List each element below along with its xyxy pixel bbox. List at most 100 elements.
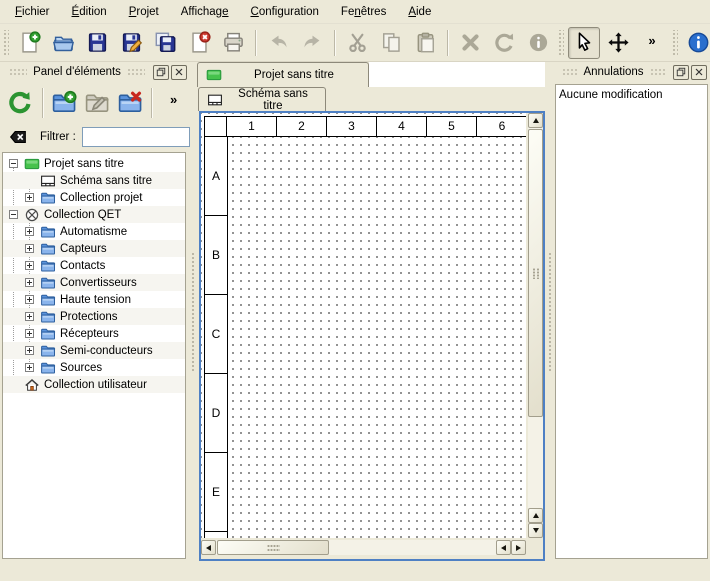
scroll-down-button[interactable] xyxy=(528,523,543,538)
scroll-right-button[interactable] xyxy=(511,540,526,555)
tree-item-label: Haute tension xyxy=(60,294,131,306)
tree-item-recepteurs[interactable]: Récepteurs xyxy=(3,325,185,342)
tab-projet-sans-titre[interactable]: Projet sans titre xyxy=(197,62,369,87)
dock-drag-handle[interactable] xyxy=(650,68,665,76)
paste-button[interactable] xyxy=(409,27,441,59)
toolbar-drag-handle[interactable] xyxy=(671,30,678,56)
scroll-up-button[interactable] xyxy=(528,113,543,128)
tree-item-haute-tension[interactable]: Haute tension xyxy=(3,291,185,308)
delete-icon xyxy=(459,31,482,54)
tree-item-capteurs[interactable]: Capteurs xyxy=(3,240,185,257)
cut-button[interactable] xyxy=(341,27,373,59)
horizontal-scrollbar-thumb[interactable] xyxy=(217,540,329,555)
properties-button[interactable] xyxy=(522,27,554,59)
print-button[interactable] xyxy=(217,27,249,59)
expander-plus-icon[interactable] xyxy=(25,227,34,236)
dock-drag-handle[interactable] xyxy=(9,68,27,76)
open-button[interactable] xyxy=(47,27,79,59)
rotate-button[interactable] xyxy=(488,27,520,59)
about-qet-button[interactable] xyxy=(682,27,710,59)
dock-drag-handle[interactable] xyxy=(562,68,577,76)
expander-plus-icon[interactable] xyxy=(25,261,34,270)
menu-fenetres[interactable]: Fenêtres xyxy=(330,3,397,21)
vertical-scrollbar[interactable] xyxy=(528,113,543,538)
close-icon xyxy=(693,66,705,78)
tab-schema-sans-titre[interactable]: Schéma sans titre xyxy=(198,87,326,111)
close-file-button[interactable] xyxy=(183,27,215,59)
reload-collections-button[interactable] xyxy=(5,86,36,120)
expander-plus-icon[interactable] xyxy=(25,193,34,202)
panel-overflow-button[interactable]: » xyxy=(158,86,189,120)
move-tool-button[interactable] xyxy=(602,27,634,59)
tree-item-semi-conducteurs[interactable]: Semi-conducteurs xyxy=(3,342,185,359)
vertical-scrollbar-thumb[interactable] xyxy=(528,129,543,417)
expander-plus-icon[interactable] xyxy=(25,346,34,355)
folder-icon xyxy=(40,275,56,291)
float-icon xyxy=(675,66,687,78)
expander-minus-icon[interactable] xyxy=(9,159,18,168)
toolbar-drag-handle[interactable] xyxy=(557,30,564,56)
schema-icon xyxy=(207,92,223,108)
expander-plus-icon[interactable] xyxy=(25,244,34,253)
edit-category-icon xyxy=(84,90,110,116)
right-splitter[interactable] xyxy=(546,62,553,561)
expander-plus-icon[interactable] xyxy=(25,312,34,321)
tree-item-contacts[interactable]: Contacts xyxy=(3,257,185,274)
expander-plus-icon[interactable] xyxy=(25,278,34,287)
expander-plus-icon[interactable] xyxy=(25,363,34,372)
grid-column-header: 5 xyxy=(427,117,477,136)
tree-item-schema-sans-titre[interactable]: Schéma sans titre xyxy=(3,172,185,189)
clear-filter-button[interactable] xyxy=(7,126,29,148)
tree-item-label: Convertisseurs xyxy=(60,277,137,289)
tree-item-collection-projet[interactable]: Collection projet xyxy=(3,189,185,206)
paste-icon xyxy=(414,31,437,54)
main-toolbar: »» xyxy=(0,24,710,62)
undo-list-item[interactable]: Aucune modification xyxy=(559,87,704,103)
menu-edition[interactable]: Édition xyxy=(61,3,118,21)
select-tool-button[interactable] xyxy=(568,27,600,59)
save-as-button[interactable] xyxy=(115,27,147,59)
tree-item-protections[interactable]: Protections xyxy=(3,308,185,325)
save-button[interactable] xyxy=(81,27,113,59)
float-button[interactable] xyxy=(153,65,169,80)
menu-affichage[interactable]: Affichage xyxy=(170,3,240,21)
scroll-left-button[interactable] xyxy=(201,540,216,555)
menu-configuration[interactable]: Configuration xyxy=(240,3,330,21)
scroll-left-button[interactable] xyxy=(496,540,511,555)
close-button[interactable] xyxy=(171,65,187,80)
tree-item-collection-qet[interactable]: Collection QET xyxy=(3,206,185,223)
expander-plus-icon[interactable] xyxy=(25,329,34,338)
redo-button[interactable] xyxy=(296,27,328,59)
scroll-up-button[interactable] xyxy=(528,508,543,523)
tree-item-sources[interactable]: Sources xyxy=(3,359,185,376)
undo-button[interactable] xyxy=(262,27,294,59)
expander-plus-icon[interactable] xyxy=(25,295,34,304)
filter-input[interactable] xyxy=(82,127,190,147)
delete-button[interactable] xyxy=(454,27,486,59)
tree-item-automatisme[interactable]: Automatisme xyxy=(3,223,185,240)
filter-clear-icon xyxy=(9,128,27,146)
open-icon xyxy=(52,31,75,54)
undo-icon xyxy=(267,31,290,54)
horizontal-scrollbar[interactable] xyxy=(201,540,526,555)
tree-item-convertisseurs[interactable]: Convertisseurs xyxy=(3,274,185,291)
toolbar-overflow-button[interactable]: » xyxy=(636,27,668,59)
new-category-button[interactable] xyxy=(49,86,80,120)
schema-canvas[interactable]: 123456 ABCDE xyxy=(201,113,526,538)
float-button[interactable] xyxy=(673,65,689,80)
copy-button[interactable] xyxy=(375,27,407,59)
tree-item-projet-sans-titre[interactable]: Projet sans titre xyxy=(3,155,185,172)
menu-fichier[interactable]: Fichier xyxy=(4,3,61,21)
expander-minus-icon[interactable] xyxy=(9,210,18,219)
menu-aide[interactable]: Aide xyxy=(397,3,442,21)
save-all-button[interactable] xyxy=(149,27,181,59)
delete-category-button[interactable] xyxy=(114,86,145,120)
dock-drag-handle[interactable] xyxy=(127,68,145,76)
close-button[interactable] xyxy=(691,65,707,80)
menu-projet[interactable]: Projet xyxy=(118,3,170,21)
edit-category-button[interactable] xyxy=(82,86,113,120)
new-project-button[interactable] xyxy=(13,27,45,59)
redo-icon xyxy=(301,31,324,54)
tree-item-collection-utilisateur[interactable]: Collection utilisateur xyxy=(3,376,185,393)
toolbar-drag-handle[interactable] xyxy=(2,30,9,56)
